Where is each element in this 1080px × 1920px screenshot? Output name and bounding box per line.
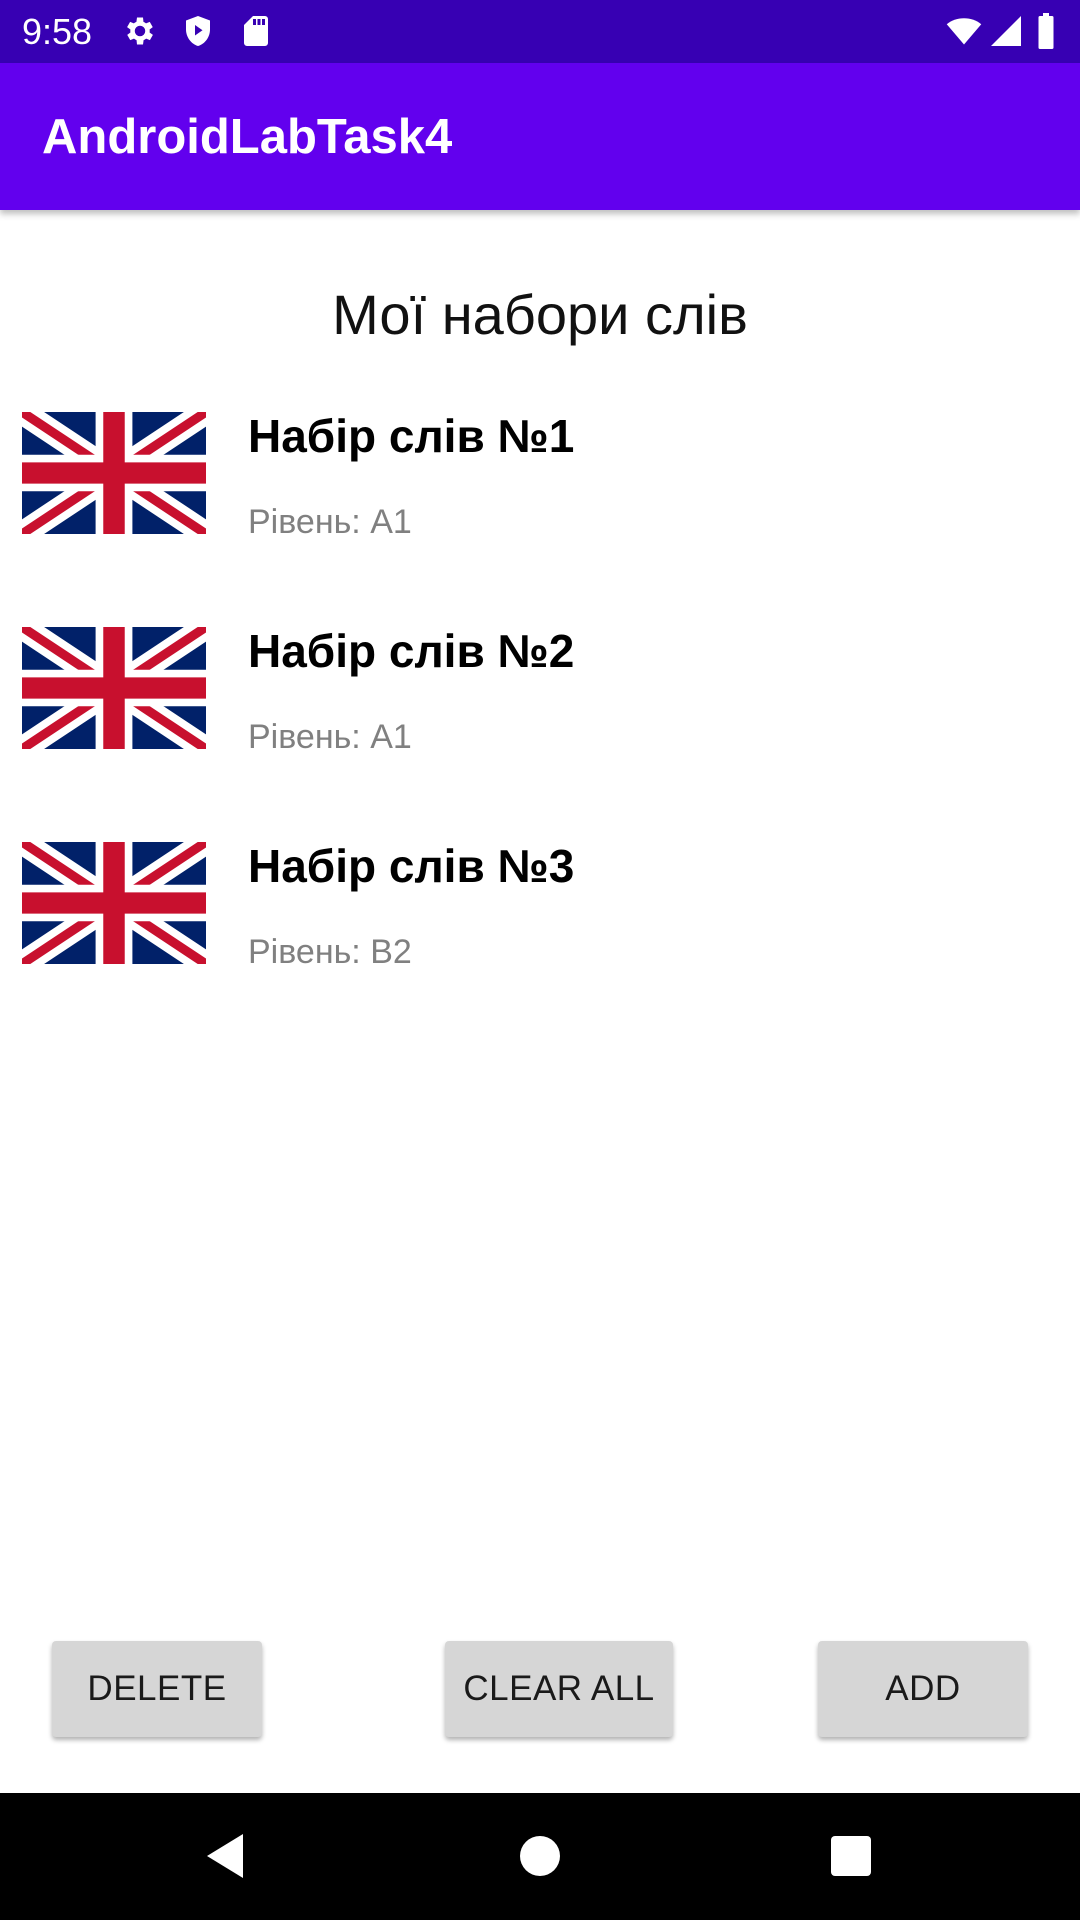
shield-icon	[180, 13, 216, 49]
screen: 9:58 AndroidLabTask4 Мої набори слів Наб…	[0, 0, 1080, 1920]
word-set-title: Набір слів №2	[248, 625, 575, 677]
back-icon[interactable]	[190, 1821, 260, 1891]
gear-icon	[122, 13, 158, 49]
wifi-icon	[944, 13, 984, 49]
navigation-bar	[0, 1793, 1080, 1920]
word-set-title: Набір слів №3	[248, 840, 575, 892]
word-set-level: Рівень: A1	[248, 503, 412, 541]
battery-icon	[1034, 13, 1058, 49]
status-time: 9:58	[22, 11, 93, 52]
word-set-item[interactable]: Набір слів №3 Рівень: B2	[0, 830, 1080, 1045]
sd-card-icon	[238, 13, 274, 49]
word-set-title: Набір слів №1	[248, 410, 575, 462]
clear-all-button[interactable]: CLEAR ALL	[445, 1641, 673, 1737]
uk-flag-icon	[22, 627, 206, 749]
delete-button[interactable]: DELETE	[52, 1641, 262, 1737]
uk-flag-icon	[22, 842, 206, 964]
word-set-level: Рівень: B2	[248, 933, 412, 971]
word-set-item[interactable]: Набір слів №1 Рівень: A1	[0, 400, 1080, 615]
word-set-level: Рівень: A1	[248, 718, 412, 756]
recents-icon[interactable]	[816, 1821, 886, 1891]
add-button[interactable]: ADD	[818, 1641, 1028, 1737]
home-icon[interactable]	[505, 1821, 575, 1891]
uk-flag-icon	[22, 412, 206, 534]
word-set-item[interactable]: Набір слів №2 Рівень: A1	[0, 615, 1080, 830]
word-set-list: Набір слів №1 Рівень: A1 Набір слів №2 Р…	[0, 400, 1080, 1045]
status-bar: 9:58	[0, 0, 1080, 63]
app-title: AndroidLabTask4	[42, 110, 453, 164]
signal-icon	[988, 13, 1024, 49]
app-bar: AndroidLabTask4	[0, 63, 1080, 210]
page-title: Мої набори слів	[332, 283, 748, 346]
